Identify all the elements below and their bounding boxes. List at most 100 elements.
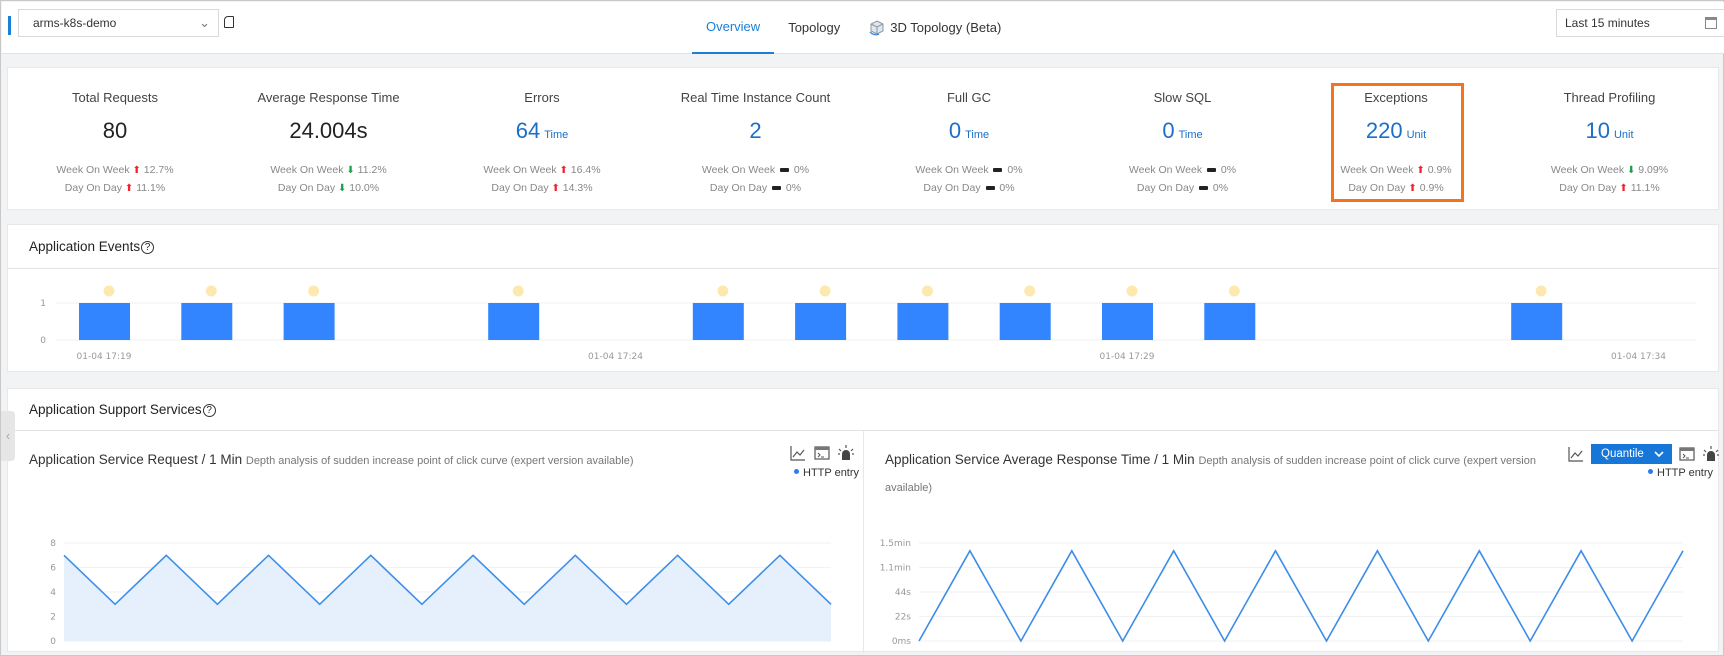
y-tick-label: 8 xyxy=(50,539,56,549)
day-on-day: Day On Day 0% xyxy=(649,182,863,194)
comparison-label: Day On Day xyxy=(64,182,125,194)
comparison-label: Week On Week xyxy=(270,164,347,176)
event-marker xyxy=(819,285,831,297)
y-tick-label: 44s xyxy=(895,588,911,598)
support-services-title: Application Support Services xyxy=(29,402,202,417)
comparison-value: 0% xyxy=(1210,182,1229,194)
time-range-picker[interactable]: Last 15 minutes xyxy=(1556,9,1724,37)
tab-topology-label: Topology xyxy=(788,20,841,35)
event-marker xyxy=(1126,285,1138,297)
comparison-value: 0.9% xyxy=(1416,182,1444,194)
comparison-value: 10.0% xyxy=(346,182,380,194)
overview-stats: Total Requests 80 Week On Week ⬆ 12.7% Day … xyxy=(7,67,1719,210)
flat-dash-icon xyxy=(985,186,995,191)
comparison-value: 0.9% xyxy=(1424,164,1452,176)
tab-topology[interactable]: Topology xyxy=(774,2,854,54)
response-time-chart-panel: Application Service Average Response Tim… xyxy=(864,431,1720,653)
week-on-week: Week On Week ⬆ 16.4% xyxy=(435,164,649,176)
event-bar xyxy=(692,303,744,340)
stat-number: 80 xyxy=(102,118,128,143)
day-on-day: Day On Day ⬆ 14.3% xyxy=(435,182,649,194)
stat-value[interactable]: 220 Unit xyxy=(1289,118,1503,144)
tab-3d-topology[interactable]: 3D Topology (Beta) xyxy=(854,2,1015,54)
event-bar xyxy=(795,303,847,340)
x-tick-label: 01-04 17:34 xyxy=(1611,352,1666,362)
y-tick-label: 0 xyxy=(50,637,56,647)
y-tick-label: 4 xyxy=(50,588,56,598)
stat-value[interactable]: 0 Time xyxy=(1076,118,1290,144)
app-selector[interactable]: arms-k8s-demo ⌄ xyxy=(18,9,219,37)
event-marker xyxy=(512,285,524,297)
comparison-label: Week On Week xyxy=(701,164,778,176)
week-on-week: Week On Week ⬆ 12.7% xyxy=(8,164,222,176)
copy-icon[interactable] xyxy=(224,16,234,28)
arrow-up-icon: ⬆ xyxy=(1416,165,1425,176)
comparison-value: 0% xyxy=(1004,164,1023,176)
stat-number: 220 xyxy=(1365,118,1403,143)
comparison-value: 0% xyxy=(783,182,802,194)
stat-title: Thread Profiling xyxy=(1563,90,1656,105)
comparison-value: 11.2% xyxy=(354,164,387,176)
day-on-day: Day On Day ⬇ 10.0% xyxy=(222,182,436,194)
week-on-week: Week On Week 0% xyxy=(862,164,1076,176)
top-bar: arms-k8s-demo ⌄ Overview Topology 3D Top… xyxy=(2,2,1724,54)
day-on-day: Day On Day ⬆ 11.1% xyxy=(8,182,222,194)
stat-number: 0 xyxy=(1162,118,1175,143)
arrow-down-icon: ⬇ xyxy=(346,165,355,176)
x-tick-label: 01-04 17:24 xyxy=(588,352,643,362)
stat-value[interactable]: 2 xyxy=(649,118,863,144)
comparison-value: 14.3% xyxy=(559,182,593,194)
comparison-label: Day On Day xyxy=(1559,182,1620,194)
comparison-label: Week On Week xyxy=(915,164,992,176)
event-bar xyxy=(79,303,130,340)
event-bar xyxy=(488,303,540,340)
tab-overview[interactable]: Overview xyxy=(692,2,775,54)
stat-card[interactable]: Total Requests 80 Week On Week ⬆ 12.7% Day … xyxy=(8,68,222,211)
service-request-line-chart: 0246801-04 17:1801-04 17:2201-04 17:2601… xyxy=(50,539,832,647)
comparison-value: 0% xyxy=(790,164,810,176)
y-tick-label: 2 xyxy=(50,613,56,623)
stat-card[interactable]: Errors 64 Time Week On Week ⬆ 16.4% Day On D… xyxy=(435,68,649,211)
flat-dash-icon xyxy=(1206,168,1216,173)
stat-card[interactable]: Real Time Instance Count 2 Week On Week 0%… xyxy=(649,68,863,211)
event-marker xyxy=(1535,285,1547,297)
comparison-value: 0% xyxy=(996,182,1015,194)
application-events-chart: 0 1 01-04 17:19 01-04 17:24 01-04 17:29 01-04… xyxy=(40,285,1696,362)
application-events-title: Application Events xyxy=(29,239,141,254)
day-on-day: Day On Day 0% xyxy=(862,182,1076,194)
application-support-services-panel: Application Support Services? Applicatio… xyxy=(7,388,1720,653)
stat-card[interactable]: Average Response Time 24.004s Week On Week… xyxy=(222,68,436,211)
week-on-week: Week On Week ⬆ 0.9% xyxy=(1289,164,1503,176)
accent-bar xyxy=(8,16,11,35)
calendar-icon xyxy=(1705,17,1717,29)
y-tick-label: 0 xyxy=(40,336,46,346)
event-bar xyxy=(999,303,1051,340)
comparison-label: Week On Week xyxy=(1128,164,1205,176)
stat-card[interactable]: Thread Profiling 10 Unit Week On Week ⬇ 9.0… xyxy=(1503,68,1717,211)
comparison-value: 0% xyxy=(1217,164,1237,176)
help-icon[interactable]: ? xyxy=(141,241,155,254)
x-tick-label: 01-04 17:29 xyxy=(1100,352,1155,362)
comparison-label: Week On Week xyxy=(56,164,133,176)
stat-card[interactable]: Slow SQL 0 Time Week On Week 0% Day On Day 0… xyxy=(1076,68,1290,211)
stat-card[interactable]: Full GC 0 Time Week On Week 0% Day On Day 0% xyxy=(862,68,1076,211)
application-events-panel: Application Events? 0 1 01-04 17:19 01-04 1… xyxy=(7,224,1719,372)
event-bar xyxy=(181,303,233,340)
help-icon[interactable]: ? xyxy=(202,404,216,417)
y-tick-label: 0ms xyxy=(892,637,911,647)
stat-value[interactable]: 64 Time xyxy=(435,118,649,144)
event-bar xyxy=(1511,303,1563,340)
sidebar-collapse-toggle[interactable]: ‹ xyxy=(1,411,15,461)
comparison-label: Day On Day xyxy=(923,182,984,194)
app-frame: arms-k8s-demo ⌄ Overview Topology 3D Top… xyxy=(0,0,1724,656)
stat-value[interactable]: 10 Unit xyxy=(1503,118,1717,144)
stat-card[interactable]: Exceptions 220 Unit Week On Week ⬆ 0.9% Day … xyxy=(1289,68,1503,211)
stat-value[interactable]: 0 Time xyxy=(862,118,1076,144)
stat-unit: Time xyxy=(965,129,990,141)
comparison-label: Day On Day xyxy=(277,182,338,194)
event-marker xyxy=(103,285,115,297)
comparison-label: Week On Week xyxy=(1550,164,1627,176)
stat-title: Real Time Instance Count xyxy=(680,90,831,105)
y-tick-label: 22s xyxy=(895,613,911,623)
week-on-week: Week On Week 0% xyxy=(649,164,863,176)
